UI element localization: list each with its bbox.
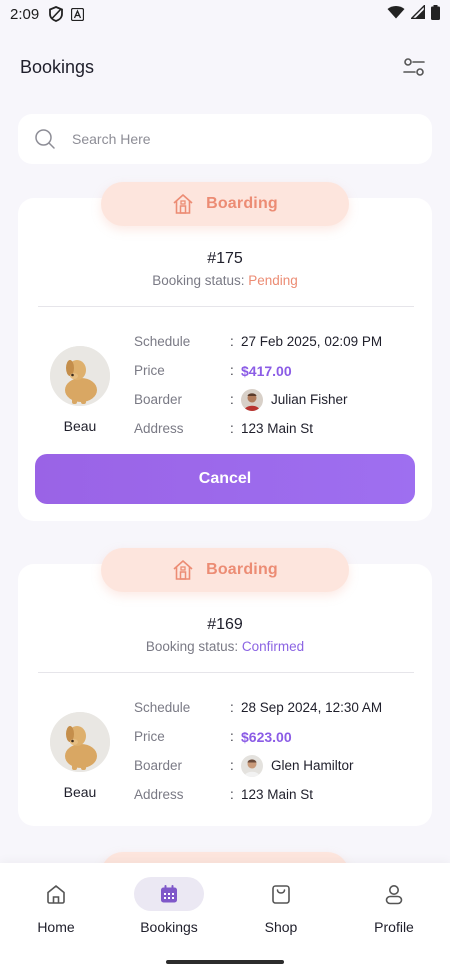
pet-name: Beau bbox=[63, 784, 97, 800]
detail-label: Boarder bbox=[134, 392, 183, 407]
nav-label: Bookings bbox=[140, 919, 198, 935]
nav-icon-container bbox=[21, 877, 91, 911]
nav-label: Shop bbox=[264, 919, 298, 935]
detail-label: Price bbox=[134, 363, 165, 378]
booking-status: Booking status: Pending bbox=[18, 273, 432, 288]
booking-type-badge: Boarding bbox=[101, 182, 349, 226]
address-value: 123 Main St bbox=[241, 421, 314, 436]
user-icon bbox=[385, 885, 403, 905]
filter-sliders-icon bbox=[403, 58, 425, 76]
booking-details: Schedule : 28 Sep 2024, 12:30 AM Price :… bbox=[134, 693, 424, 809]
booking-card[interactable]: Boarding #175 Booking status: Pending Be… bbox=[18, 182, 432, 521]
app-header: Bookings bbox=[0, 40, 450, 94]
price-value: $623.00 bbox=[241, 728, 292, 745]
shield-icon bbox=[49, 6, 64, 22]
avatar bbox=[241, 388, 263, 411]
detail-row-price: Price : $417.00 bbox=[134, 356, 424, 385]
battery-icon bbox=[431, 4, 440, 24]
nav-label: Home bbox=[37, 919, 75, 935]
boarder-name: Glen Hamiltor bbox=[271, 758, 354, 773]
status-time: 2:09 bbox=[10, 5, 40, 23]
house-icon bbox=[172, 193, 194, 215]
calendar-icon bbox=[161, 885, 177, 903]
detail-row-boarder: Boarder : Glen Hamiltor bbox=[134, 751, 424, 780]
schedule-value: 27 Feb 2025, 02:09 PM bbox=[241, 334, 383, 349]
pet-name: Beau bbox=[63, 418, 97, 434]
nav-item-home[interactable]: Home bbox=[11, 877, 101, 937]
booking-status-label: Booking status: bbox=[152, 273, 245, 288]
nav-item-shop[interactable]: Shop bbox=[236, 877, 326, 937]
detail-separator: : bbox=[230, 700, 234, 715]
detail-separator: : bbox=[230, 363, 234, 378]
bottom-navigation: Home Bookings Shop Profile bbox=[0, 863, 450, 975]
nav-icon-container bbox=[246, 877, 316, 911]
divider bbox=[38, 306, 414, 307]
detail-label: Boarder bbox=[134, 758, 183, 773]
detail-label: Schedule bbox=[134, 334, 191, 349]
page-title: Bookings bbox=[20, 56, 95, 77]
pet-photo bbox=[50, 712, 110, 772]
detail-row-schedule: Schedule : 27 Feb 2025, 02:09 PM bbox=[134, 327, 424, 356]
search-bar[interactable] bbox=[18, 114, 432, 164]
nav-label: Profile bbox=[374, 919, 414, 935]
divider bbox=[38, 672, 414, 673]
detail-separator: : bbox=[230, 758, 234, 773]
booking-type-label: Boarding bbox=[206, 195, 278, 212]
booking-id: #175 bbox=[207, 250, 243, 267]
detail-label: Price bbox=[134, 729, 165, 744]
detail-label: Address bbox=[134, 421, 184, 436]
boarder-value: Julian Fisher bbox=[241, 388, 348, 411]
booking-type-badge: Boarding bbox=[101, 548, 349, 592]
booking-type-label: Boarding bbox=[206, 561, 278, 578]
detail-label: Schedule bbox=[134, 700, 191, 715]
booking-id: #169 bbox=[207, 616, 243, 633]
detail-label: Address bbox=[134, 787, 184, 802]
address-value: 123 Main St bbox=[241, 787, 314, 802]
signal-icon bbox=[409, 3, 426, 23]
booking-status-value: Confirmed bbox=[241, 639, 305, 654]
nav-item-profile[interactable]: Profile bbox=[349, 877, 439, 937]
wifi-icon bbox=[387, 5, 405, 23]
avatar bbox=[241, 754, 263, 777]
detail-separator: : bbox=[230, 334, 234, 349]
detail-row-schedule: Schedule : 28 Sep 2024, 12:30 AM bbox=[134, 693, 424, 722]
detail-separator: : bbox=[230, 421, 234, 436]
booking-status: Booking status: Confirmed bbox=[18, 639, 432, 654]
detail-row-price: Price : $623.00 bbox=[134, 722, 424, 751]
boarder-value: Glen Hamiltor bbox=[241, 754, 354, 777]
filter-button[interactable] bbox=[398, 51, 430, 83]
booking-status-label: Booking status: bbox=[145, 639, 239, 654]
detail-row-address: Address : 123 Main St bbox=[134, 414, 424, 443]
booking-card[interactable]: Boarding #169 Booking status: Confirmed … bbox=[18, 548, 432, 826]
pet-photo bbox=[50, 346, 110, 406]
nav-icon-container bbox=[134, 877, 204, 911]
detail-row-boarder: Boarder : Julian Fisher bbox=[134, 385, 424, 414]
booking-details: Schedule : 27 Feb 2025, 02:09 PM Price :… bbox=[134, 327, 424, 443]
nav-item-bookings[interactable]: Bookings bbox=[124, 877, 214, 937]
home-icon bbox=[47, 885, 65, 904]
boarder-name: Julian Fisher bbox=[271, 392, 348, 407]
pet-info: Beau bbox=[48, 346, 112, 434]
pet-info: Beau bbox=[48, 712, 112, 800]
status-bar: 2:09 bbox=[0, 0, 450, 28]
price-value: $417.00 bbox=[241, 362, 292, 379]
detail-separator: : bbox=[230, 787, 234, 802]
booking-status-value: Pending bbox=[248, 273, 298, 288]
schedule-value: 28 Sep 2024, 12:30 AM bbox=[241, 700, 383, 715]
shopping-bag-icon bbox=[272, 885, 290, 904]
house-icon bbox=[172, 559, 194, 581]
detail-separator: : bbox=[230, 729, 234, 744]
cancel-button[interactable]: Cancel bbox=[35, 454, 415, 504]
home-indicator[interactable] bbox=[166, 960, 284, 964]
detail-row-address: Address : 123 Main St bbox=[134, 780, 424, 809]
search-icon bbox=[34, 128, 56, 150]
font-a-icon bbox=[71, 7, 85, 21]
search-input[interactable] bbox=[72, 131, 416, 147]
detail-separator: : bbox=[230, 392, 234, 407]
nav-icon-container bbox=[359, 877, 429, 911]
